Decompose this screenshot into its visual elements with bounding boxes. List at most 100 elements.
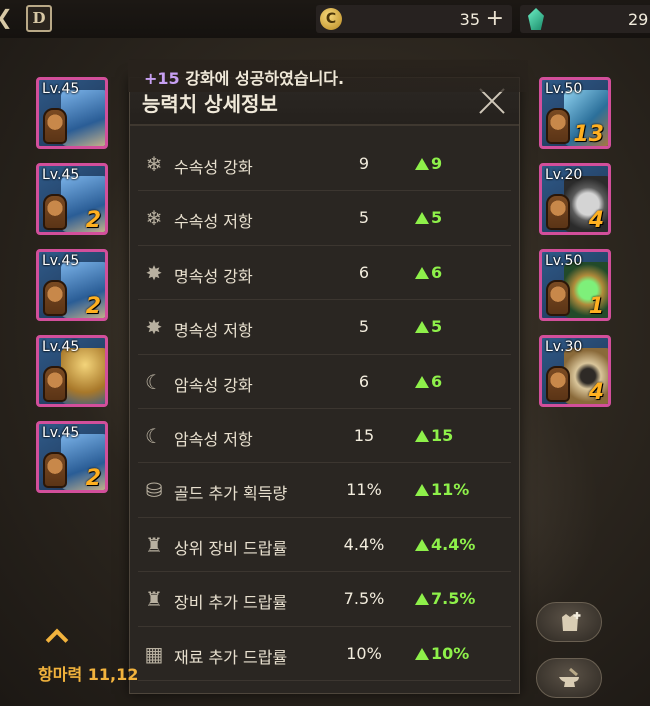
sunburst-icon: ✸ bbox=[145, 315, 163, 340]
stat-label: 수속성 저항 bbox=[174, 212, 253, 232]
equipment-slot[interactable]: Lv.45 2 bbox=[36, 421, 108, 493]
stat-increase-value: 5 bbox=[431, 317, 443, 337]
equipment-slot[interactable]: Lv.50 1 bbox=[539, 249, 611, 321]
armor-plus-button[interactable] bbox=[536, 602, 602, 642]
stat-increase: 6 bbox=[415, 372, 442, 391]
stat-row: ⛁ 골드 추가 획득량 11% 11% bbox=[138, 463, 511, 518]
stat-value: 7.5% bbox=[343, 589, 385, 609]
triangle-up-icon bbox=[415, 321, 429, 334]
item-count: 2 bbox=[85, 294, 101, 319]
triangle-up-icon bbox=[415, 484, 429, 497]
stat-label: 재료 추가 드랍률 bbox=[174, 647, 288, 667]
stat-increase: 5 bbox=[415, 317, 442, 336]
item-level: Lv.50 bbox=[545, 81, 583, 97]
stat-label: 골드 추가 획득량 bbox=[174, 484, 288, 504]
character-figure-icon bbox=[43, 194, 67, 230]
toast-highlight: +15 bbox=[144, 69, 180, 88]
snowflake-icon: ❄ bbox=[145, 206, 163, 231]
triangle-up-icon bbox=[415, 266, 429, 279]
stat-increase-value: 7.5% bbox=[431, 589, 476, 609]
stat-row: ☾ 암속성 강화 6 6 bbox=[138, 355, 511, 409]
armor-icon: ♜ bbox=[145, 587, 163, 612]
stat-value: 11% bbox=[346, 480, 382, 500]
chevron-left-icon[interactable]: ❮ bbox=[0, 5, 18, 31]
item-level: Lv.45 bbox=[42, 425, 80, 441]
item-level: Lv.20 bbox=[545, 167, 583, 183]
stat-increase-value: 6 bbox=[431, 371, 443, 391]
triangle-up-icon bbox=[415, 212, 429, 225]
stat-label: 명속성 강화 bbox=[174, 266, 253, 286]
item-art bbox=[61, 348, 105, 404]
stat-value: 5 bbox=[358, 208, 370, 228]
stat-label: 장비 추가 드랍률 bbox=[174, 593, 288, 613]
panel-title: 능력치 상세정보 bbox=[142, 92, 278, 116]
stat-row: ☾ 암속성 저항 15 15 bbox=[138, 409, 511, 464]
equipment-slot[interactable]: Lv.45 bbox=[36, 335, 108, 407]
stat-value: 6 bbox=[358, 262, 370, 282]
stat-increase: 4.4% bbox=[415, 535, 475, 554]
triangle-up-icon bbox=[415, 429, 429, 442]
dungeon-book-icon[interactable]: D bbox=[26, 5, 52, 32]
stat-label: 수속성 강화 bbox=[174, 158, 253, 177]
crescent-moon-icon: ☾ bbox=[145, 369, 163, 394]
success-toast: +15 강화에 성공하였습니다. bbox=[128, 60, 528, 92]
item-level: Lv.45 bbox=[42, 339, 80, 355]
stat-increase: 7.5% bbox=[415, 589, 475, 608]
toast-text: 강화에 성공하였습니다. bbox=[179, 69, 345, 88]
stat-label: 명속성 저항 bbox=[174, 321, 253, 341]
character-figure-icon bbox=[546, 366, 570, 402]
power-value: 항마력 11,12 bbox=[38, 665, 139, 684]
stat-list: ❄ 수속성 강화 9 9 ❄ 수속성 저항 5 5 ✸ 명속성 강화 6 6 ✸ 명속성 저항 5 5 ☾ 암속성… bbox=[138, 137, 511, 681]
stat-value: 4.4% bbox=[343, 534, 385, 554]
stat-increase: 6 bbox=[415, 263, 442, 282]
triangle-up-icon bbox=[415, 647, 429, 660]
plus-icon[interactable]: + bbox=[486, 6, 504, 31]
stat-value: 10% bbox=[346, 643, 382, 663]
equipment-slot[interactable]: Lv.30 4 bbox=[539, 335, 611, 407]
triangle-up-icon bbox=[415, 538, 429, 551]
anvil-icon bbox=[559, 667, 579, 687]
stat-increase-value: 5 bbox=[431, 208, 443, 228]
equipment-slot[interactable]: Lv.45 2 bbox=[36, 163, 108, 235]
item-count: 2 bbox=[85, 208, 101, 233]
stat-row: ✸ 명속성 저항 5 5 bbox=[138, 300, 511, 355]
stat-row: ✸ 명속성 강화 6 6 bbox=[138, 246, 511, 301]
equipment-slot[interactable]: Lv.50 13 bbox=[539, 77, 611, 149]
stat-detail-panel: 능력치 상세정보 ❄ 수속성 강화 9 9 ❄ 수속성 저항 5 5 ✸ 명속성 강화 6 6 ✸ 명속성… bbox=[129, 77, 520, 694]
gold-currency: C 35 + bbox=[316, 5, 512, 33]
gem-amount: 29 bbox=[628, 10, 649, 29]
character-figure-icon bbox=[546, 280, 570, 316]
stat-increase-value: 15 bbox=[431, 425, 454, 445]
stat-value: 15 bbox=[353, 425, 375, 445]
snowflake-icon: ❄ bbox=[145, 152, 163, 176]
character-figure-icon bbox=[43, 280, 67, 316]
triangle-up-icon bbox=[415, 375, 429, 388]
stat-row: ▦ 재료 추가 드랍률 10% 10% bbox=[138, 627, 511, 681]
stat-value: 5 bbox=[358, 317, 370, 337]
stat-value: 9 bbox=[358, 154, 370, 173]
stat-increase-value: 11% bbox=[431, 480, 470, 500]
equipment-slot[interactable]: Lv.20 4 bbox=[539, 163, 611, 235]
item-count: 4 bbox=[588, 380, 604, 405]
item-level: Lv.50 bbox=[545, 253, 583, 269]
armor-plus-icon bbox=[562, 612, 581, 631]
c-coin-icon: C bbox=[320, 8, 342, 30]
triangle-up-icon bbox=[415, 593, 429, 606]
item-count: 13 bbox=[573, 122, 604, 147]
top-bar: ❮ D C 35 + 29 bbox=[0, 0, 650, 38]
equipment-slot[interactable]: Lv.45 bbox=[36, 77, 108, 149]
stat-label: 상위 장비 드랍률 bbox=[174, 538, 288, 558]
chevron-up-icon[interactable] bbox=[46, 630, 68, 644]
stat-label: 암속성 저항 bbox=[174, 429, 253, 449]
item-level: Lv.45 bbox=[42, 81, 80, 97]
stat-row: ♜ 장비 추가 드랍률 7.5% 7.5% bbox=[138, 572, 511, 627]
equipment-slot[interactable]: Lv.45 2 bbox=[36, 249, 108, 321]
character-figure-icon bbox=[43, 366, 67, 402]
stat-row: ❄ 수속성 저항 5 5 bbox=[138, 191, 511, 246]
character-figure-icon bbox=[546, 194, 570, 230]
stat-increase-value: 9 bbox=[431, 154, 443, 173]
stat-increase: 9 bbox=[415, 154, 442, 173]
anvil-button[interactable] bbox=[536, 658, 602, 698]
item-count: 4 bbox=[588, 208, 604, 233]
item-level: Lv.45 bbox=[42, 167, 80, 183]
